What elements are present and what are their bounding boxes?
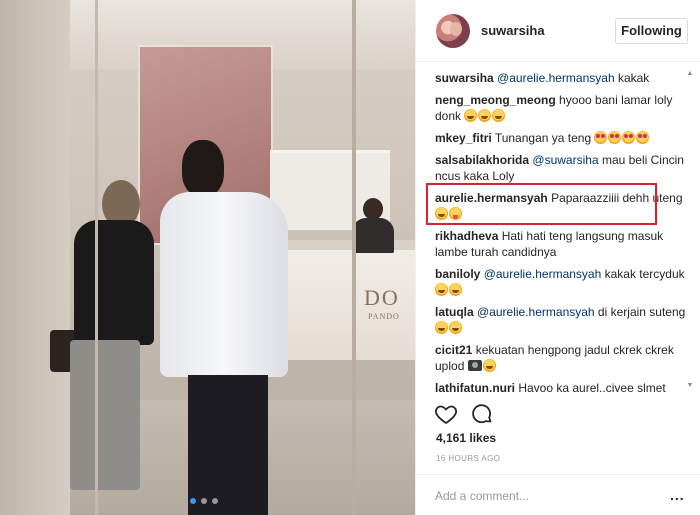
comment-username[interactable]: neng_meong_meong — [435, 93, 556, 107]
more-options-button[interactable]: ... — [670, 487, 685, 503]
comment-text: Tunangan ya teng — [494, 131, 595, 145]
comment-item: salsabilakhorida @suwarsiha mau beli Cin… — [435, 152, 697, 184]
comments-list[interactable]: suwarsiha @aurelie.hermansyah kakak neng_… — [435, 70, 697, 392]
comment-item: baniloly @aurelie.hermansyah kakak tercy… — [435, 266, 697, 298]
grin-emoji-icon — [435, 321, 448, 334]
comment-item: cicit21 kekuatan hengpong jadul ckrek ck… — [435, 342, 697, 374]
carousel-dot[interactable] — [190, 498, 196, 504]
glass-frame — [95, 0, 98, 515]
avatar[interactable] — [436, 14, 470, 48]
comment-item: lathifatun.nuri Hayoo ka aurel..ciyee sl… — [435, 380, 697, 392]
grin-emoji-icon — [492, 109, 506, 122]
comment-username[interactable]: aurelie.hermansyah — [435, 191, 548, 205]
comment-username[interactable]: mkey_fitri — [435, 131, 492, 145]
comment-username[interactable]: salsabilakhorida — [435, 153, 529, 167]
comment-username[interactable]: baniloly — [435, 267, 480, 281]
comment-text: Hayoo ka aurel..ciyee slmet — [518, 381, 666, 392]
heart-outline-icon[interactable] — [434, 402, 458, 426]
post-actions — [434, 402, 494, 426]
comment-username[interactable]: cicit21 — [435, 343, 472, 357]
grin-emoji-icon — [449, 283, 462, 296]
carousel-dot[interactable] — [201, 498, 207, 504]
glass-frame — [352, 0, 356, 515]
comment-mention[interactable]: @suwarsiha — [532, 153, 598, 167]
comment-item: rikhadheva Hati hati teng langsung masuk… — [435, 228, 697, 260]
grin-emoji-icon — [449, 321, 462, 334]
comment-username[interactable]: lathifatun.nuri — [435, 381, 515, 392]
add-comment-bar: ... — [416, 474, 700, 515]
add-comment-input[interactable] — [435, 488, 665, 504]
heart-eyes-emoji-icon — [594, 131, 608, 144]
post-timestamp[interactable]: 16 HOURS AGO — [436, 454, 500, 463]
comment-text: di kerjain suteng — [594, 305, 686, 319]
comment-text: kakak — [614, 71, 650, 85]
heart-eyes-emoji-icon — [608, 131, 622, 144]
grin-emoji-icon — [435, 283, 448, 296]
comment-text: kakak tercyduk — [601, 267, 685, 281]
comment-username[interactable]: suwarsiha — [435, 71, 494, 85]
heart-eyes-emoji-icon — [622, 131, 636, 144]
comment-item: neng_meong_meong hyooo bani lamar loly d… — [435, 92, 697, 124]
post-side-panel: suwarsiha Following suwarsiha @aurelie.h… — [415, 0, 700, 515]
heart-eyes-emoji-icon — [636, 131, 650, 144]
post-photo[interactable]: DO PANDO — [0, 0, 415, 515]
scroll-down-arrow-icon[interactable]: ▼ — [686, 382, 694, 390]
photo-woman — [50, 180, 162, 515]
comment-item: suwarsiha @aurelie.hermansyah kakak — [435, 70, 697, 86]
comments-scrollbar[interactable]: ▲ ▼ — [686, 70, 694, 392]
post-header: suwarsiha Following — [416, 0, 700, 62]
grin-emoji-icon — [482, 359, 496, 372]
photo-pillar — [0, 0, 70, 515]
scroll-up-arrow-icon[interactable]: ▲ — [686, 70, 694, 78]
following-button[interactable]: Following — [615, 18, 688, 44]
comment-mention[interactable]: @aurelie.hermansyah — [477, 305, 595, 319]
photo-clerk — [350, 198, 396, 253]
header-username[interactable]: suwarsiha — [481, 23, 545, 38]
tongue-emoji-icon — [449, 207, 462, 220]
speech-bubble-icon[interactable] — [470, 402, 494, 426]
store-sign: DO — [364, 285, 400, 310]
comment-mention[interactable]: @aurelie.hermansyah — [484, 267, 602, 281]
likes-count[interactable]: 4,161 likes — [436, 431, 496, 445]
comment-mention[interactable]: @aurelie.hermansyah — [497, 71, 615, 85]
grin-emoji-icon — [478, 109, 492, 122]
photo-man — [160, 140, 295, 515]
grin-emoji-icon — [464, 109, 478, 122]
comment-item: aurelie.hermansyah Paparaazziiii dehh ut… — [435, 190, 697, 222]
comment-username[interactable]: rikhadheva — [435, 229, 498, 243]
comment-text: Paparaazziiii dehh uteng — [551, 191, 683, 205]
carousel-dots[interactable] — [190, 498, 218, 504]
carousel-dot[interactable] — [212, 498, 218, 504]
grin-emoji-icon — [435, 207, 448, 220]
comment-username[interactable]: latuqla — [435, 305, 474, 319]
comment-item: latuqla @aurelie.hermansyah di kerjain s… — [435, 304, 697, 336]
store-sign-small: PANDO — [368, 312, 400, 321]
comment-item: mkey_fitri Tunangan ya teng — [435, 130, 697, 146]
camera-emoji-icon — [467, 360, 482, 371]
